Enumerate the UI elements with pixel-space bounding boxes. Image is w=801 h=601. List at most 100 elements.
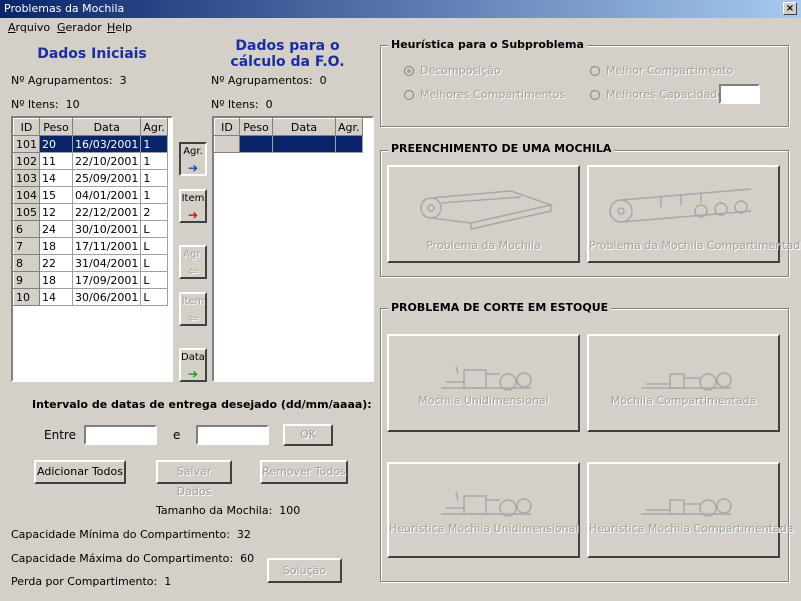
- column-header[interactable]: Agr.: [140, 118, 168, 136]
- row-header: 7: [13, 237, 40, 255]
- radio-dot: [404, 66, 414, 76]
- menu-arquivo[interactable]: Arquivo: [8, 21, 50, 34]
- row-header: 6: [13, 220, 40, 238]
- row-header: 104: [13, 186, 40, 204]
- left-items-value: 10: [65, 98, 80, 111]
- row-header: 101: [13, 135, 40, 153]
- radio-best-capacities[interactable]: Melhores Capacidades: [590, 88, 730, 101]
- between-label: Entre: [44, 428, 76, 442]
- knapsack-size-value: 100: [279, 504, 301, 517]
- table-cell: 17/09/2001: [71, 271, 142, 289]
- menu-bar: Arquivo Gerador Help: [0, 19, 801, 37]
- column-header[interactable]: Agr.: [335, 118, 363, 136]
- solution-button[interactable]: Solução: [267, 558, 342, 583]
- column-header[interactable]: Peso: [239, 118, 273, 136]
- window-title: Problemas da Mochila: [4, 2, 125, 15]
- column-header[interactable]: Peso: [39, 118, 73, 136]
- left-groups-label: Nº Agrupamentos: 3: [11, 74, 127, 87]
- row-header: 8: [13, 254, 40, 272]
- row-header: 9: [13, 271, 40, 289]
- move-group-right-button[interactable]: Agr. ➔: [179, 142, 207, 176]
- move-group-left-label: Agr.: [183, 249, 203, 260]
- table-cell: 18: [39, 271, 73, 289]
- table-row[interactable]: 6 24 30/10/2001 L: [13, 220, 168, 238]
- table-cell: L: [140, 288, 168, 306]
- right-groups-label: Nº Agrupamentos: 0: [211, 74, 327, 87]
- add-all-button[interactable]: Adicionar Todos: [34, 460, 126, 484]
- table-row[interactable]: 10 14 30/06/2001 L: [13, 288, 168, 306]
- table-row[interactable]: 7 18 17/11/2001 L: [13, 237, 168, 255]
- ok-button[interactable]: OK: [283, 424, 333, 446]
- table-row[interactable]: 103 14 25/09/2001 1: [13, 169, 168, 187]
- move-group-left-button[interactable]: Agr. ⇦: [179, 245, 207, 279]
- table-row[interactable]: 8 22 31/04/2001 L: [13, 254, 168, 272]
- fo-data-heading: Dados para o cálculo da F.O.: [205, 38, 370, 70]
- compartment-cut-label: Mochila Compartimentada: [610, 394, 757, 407]
- table-cell: 31/04/2001: [71, 254, 142, 272]
- column-header[interactable]: Data: [71, 118, 142, 136]
- table-row[interactable]: 101 20 16/03/2001 1: [13, 135, 168, 153]
- fo-data-grid[interactable]: ID Peso Data Agr.: [212, 116, 374, 382]
- move-by-date-button[interactable]: Data ➔: [179, 348, 207, 382]
- table-cell: 24: [39, 220, 73, 238]
- table-cell: 30/06/2001: [71, 288, 142, 306]
- unidimensional-knapsack-label: Mochila Unidimensional: [418, 394, 549, 407]
- table-cell: L: [140, 254, 168, 272]
- table-cell: 17/11/2001: [71, 237, 142, 255]
- heuristic-compartment-label: Heurística Mochila Compartimentada: [589, 522, 794, 535]
- min-capacity-value: 32: [236, 528, 251, 541]
- capacities-input[interactable]: [719, 84, 760, 104]
- move-item-left-button[interactable]: Item ⇦: [179, 292, 207, 326]
- fo-heading-line2: cálculo da F.O.: [230, 54, 345, 70]
- table-cell: 22: [39, 254, 73, 272]
- table-row[interactable]: 104 15 04/01/2001 1: [13, 186, 168, 204]
- max-capacity-value: 60: [240, 552, 255, 565]
- left-items-label: Nº Itens: 10: [11, 98, 80, 111]
- table-cell: 2: [140, 203, 168, 221]
- column-header[interactable]: Data: [272, 118, 336, 136]
- table-cell: [239, 135, 273, 153]
- table-cell: L: [140, 237, 168, 255]
- move-item-right-button[interactable]: Item ➔: [179, 189, 207, 223]
- radio-best-compartment[interactable]: Melhor Compartimento: [590, 64, 733, 77]
- menu-gerador[interactable]: Gerador: [57, 21, 102, 34]
- table-cell: 1: [140, 152, 168, 170]
- initial-data-heading: Dados Iniciais: [37, 46, 147, 62]
- knapsack-size: Tamanho da Mochila: 100: [156, 504, 301, 517]
- column-header[interactable]: ID: [13, 118, 40, 136]
- table-row[interactable]: 105 12 22/12/2001 2: [13, 203, 168, 221]
- start-date-input[interactable]: [84, 425, 157, 445]
- row-header: [214, 135, 240, 153]
- menu-help[interactable]: Help: [107, 21, 132, 34]
- column-header[interactable]: ID: [214, 118, 240, 136]
- end-date-input[interactable]: [196, 425, 269, 445]
- table-cell: 14: [39, 288, 73, 306]
- table-cell: 22/10/2001: [71, 152, 142, 170]
- knapsack-problem-button[interactable]: Problema da Mochila: [387, 165, 580, 263]
- radio-best-compartments[interactable]: Melhores Compartimentos: [404, 88, 565, 101]
- left-groups-value: 3: [119, 74, 127, 87]
- compartment-cut-button[interactable]: Mochila Compartimentada: [587, 334, 780, 432]
- heuristic-compartment-button[interactable]: Heurística Mochila Compartimentada: [587, 462, 794, 558]
- compartment-knapsack-button[interactable]: Problema da Mochila Compartimentada: [587, 165, 801, 263]
- machine-icon: [441, 365, 532, 391]
- table-cell: 30/10/2001: [71, 220, 142, 238]
- table-cell: L: [140, 220, 168, 238]
- radio-decomposition[interactable]: Decomposição: [404, 64, 501, 77]
- arrow-right-icon: ➔: [187, 208, 199, 222]
- min-capacity: Capacidade Mínima do Compartimento: 32: [11, 528, 251, 541]
- title-bar: Problemas da Mochila ×: [0, 0, 801, 18]
- unidimensional-knapsack-button[interactable]: Mochila Unidimensional: [387, 334, 580, 432]
- table-cell: L: [140, 271, 168, 289]
- table-cell: 22/12/2001: [71, 203, 142, 221]
- remove-all-button[interactable]: Remover Todos: [260, 460, 348, 484]
- save-data-button[interactable]: Salvar Dados: [156, 460, 232, 498]
- table-cell: 1: [140, 169, 168, 187]
- initial-data-grid[interactable]: ID Peso Data Agr. 101 20 16/03/2001 1 102 11 22/1…: [11, 116, 173, 382]
- table-row[interactable]: 9 18 17/09/2001 L: [13, 271, 168, 289]
- table-row[interactable]: 102 11 22/10/2001 1: [13, 152, 168, 170]
- table-row[interactable]: [214, 135, 363, 153]
- close-button[interactable]: ×: [783, 2, 797, 15]
- heuristic-unidimensional-button[interactable]: Heurística Mochila Unidimensional: [387, 462, 580, 558]
- move-group-right-label: Agr.: [183, 146, 203, 157]
